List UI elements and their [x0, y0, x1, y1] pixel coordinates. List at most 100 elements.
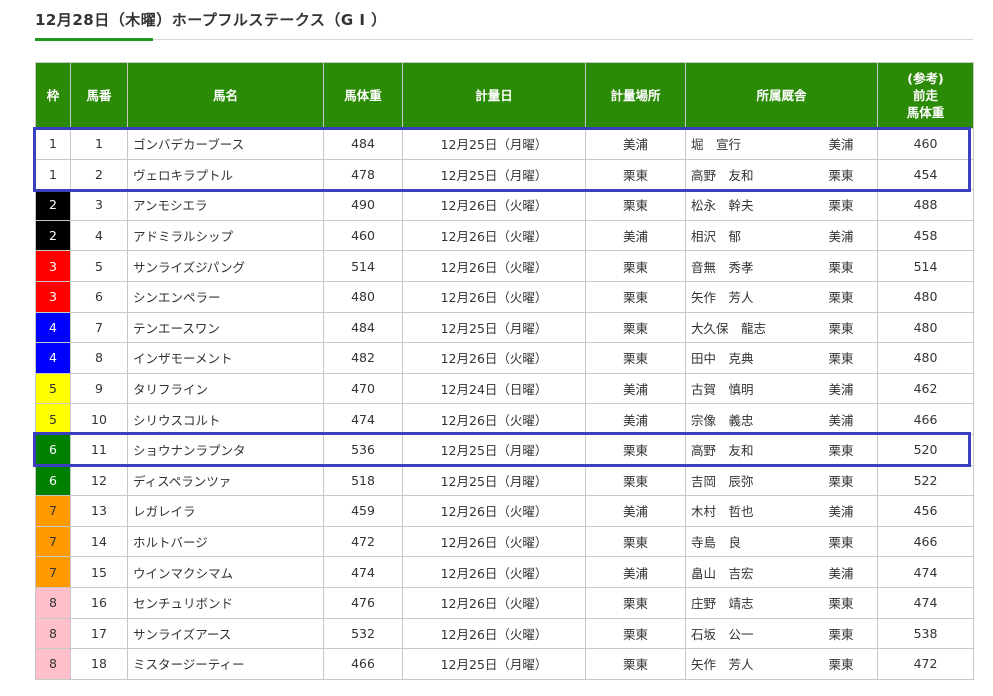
stable-location: 栗東: [828, 626, 854, 642]
trainer-name: 庄野 靖志: [691, 596, 754, 612]
trainer-cell: 相沢 郁 美浦: [685, 219, 878, 252]
frame-cell: 8: [35, 648, 71, 680]
weigh-date-cell: 12月26日（火曜）: [402, 525, 586, 558]
col-header-date: 計量日: [402, 62, 586, 129]
horse-number-cell: 14: [70, 525, 128, 558]
weigh-place-cell: 栗東: [585, 250, 686, 282]
stable-location: 栗東: [828, 657, 854, 673]
horse-number-cell: 6: [70, 280, 128, 313]
stable-location: 美浦: [828, 382, 854, 398]
col-header-trainer: 所属厩舎: [685, 62, 878, 129]
previous-weight-cell: 514: [877, 250, 974, 282]
previous-weight-cell: 466: [877, 403, 974, 435]
frame-cell: 1: [35, 128, 71, 160]
horse-number-cell: 17: [70, 617, 128, 650]
previous-weight-cell: 454: [877, 158, 974, 191]
frame-cell: 8: [35, 617, 71, 650]
previous-weight-cell: 522: [877, 464, 974, 497]
trainer-name: 木村 哲也: [691, 504, 754, 520]
trainer-name: 高野 友和: [691, 167, 754, 183]
table-body: 1 1 ゴンバデカーブース 484 12月25日（月曜） 美浦堀 宣行 美浦 460 1 2 ヴェロ…: [35, 128, 974, 680]
stable-location: 美浦: [828, 412, 854, 428]
title-divider: [35, 39, 973, 40]
table-row: 8 16 センチュリボンド 476 12月26日（火曜） 栗東 庄野 靖志 栗東 474: [35, 586, 974, 619]
weigh-date-cell: 12月26日（火曜）: [402, 219, 586, 252]
trainer-name: 堀 宣行: [691, 137, 742, 153]
horse-name-cell: サンライズジパング: [127, 250, 324, 282]
trainer-name: 音無 秀孝: [691, 259, 754, 275]
stable-location: 美浦: [828, 504, 854, 520]
weigh-place-cell: 栗東: [585, 464, 686, 497]
frame-cell: 2: [35, 219, 71, 252]
horse-number-cell: 9: [70, 372, 128, 405]
page-title: 12月28日（木曜）ホープフルステークス（G I ）: [35, 11, 387, 29]
trainer-cell: 吉岡 辰弥 栗東: [685, 464, 878, 497]
horse-name-cell: ゴンバデカーブース: [127, 128, 324, 160]
weigh-place-cell: 栗東: [585, 617, 686, 650]
trainer-name: 石坂 公一: [691, 626, 754, 642]
horse-name-cell: シリウスコルト: [127, 403, 324, 435]
frame-cell: 5: [35, 403, 71, 435]
horse-weight-cell: 466: [323, 648, 403, 680]
weigh-place-cell: 栗東: [585, 280, 686, 313]
horse-weight-cell: 480: [323, 280, 403, 313]
trainer-cell: 矢作 芳人 栗東: [685, 280, 878, 313]
previous-weight-cell: 488: [877, 189, 974, 221]
weigh-date-cell: 12月26日（火曜）: [402, 189, 586, 221]
horse-weight-cell: 460: [323, 219, 403, 252]
stable-location: 美浦: [828, 565, 854, 581]
table-row: 1 1 ゴンバデカーブース 484 12月25日（月曜） 美浦堀 宣行 美浦 460: [35, 128, 974, 160]
horse-name-cell: シンエンペラー: [127, 280, 324, 313]
trainer-cell: 大久保 龍志 栗東: [685, 311, 878, 344]
table-row: 8 17 サンライズアース 532 12月26日（火曜） 栗東 石坂 公一 栗東 538: [35, 617, 974, 650]
stable-location: 美浦: [828, 229, 854, 245]
stable-location: 栗東: [828, 167, 854, 183]
table-row: 5 10 シリウスコルト 474 12月26日（火曜） 美浦 宗像 義忠 美浦 466: [35, 403, 974, 435]
horse-weight-cell: 482: [323, 342, 403, 374]
horse-weight-cell: 459: [323, 495, 403, 527]
horse-weight-cell: 474: [323, 556, 403, 588]
horse-weight-cell: 536: [323, 433, 403, 466]
previous-weight-cell: 472: [877, 648, 974, 680]
stable-location: 栗東: [828, 535, 854, 551]
trainer-name: 田中 克典: [691, 351, 754, 367]
horse-number-cell: 3: [70, 189, 128, 221]
trainer-cell: 音無 秀孝 栗東: [685, 250, 878, 282]
weigh-place-cell: 栗東: [585, 586, 686, 619]
horse-number-cell: 18: [70, 648, 128, 680]
table-row: 4 7 テンエースワン 484 12月25日（月曜） 栗東 大久保 龍志 栗東 480: [35, 311, 974, 344]
horse-number-cell: 2: [70, 158, 128, 191]
previous-weight-cell: 480: [877, 342, 974, 374]
weigh-place-cell: 美浦: [585, 403, 686, 435]
trainer-cell: 古賀 慎明 美浦: [685, 372, 878, 405]
stable-location: 美浦: [828, 137, 854, 153]
horse-weight-cell: 474: [323, 403, 403, 435]
table-row: 7 15 ウインマクシマム 474 12月26日（火曜） 美浦 畠山 吉宏 美浦 474: [35, 556, 974, 588]
horse-name-cell: ヴェロキラプトル: [127, 158, 324, 191]
horse-weight-cell: 490: [323, 189, 403, 221]
weigh-date-cell: 12月26日（火曜）: [402, 556, 586, 588]
prev-weight-line3: 馬体重: [906, 105, 945, 120]
stable-location: 栗東: [828, 473, 854, 489]
weigh-date-cell: 12月25日（月曜）: [402, 158, 586, 191]
horse-weight-cell: 476: [323, 586, 403, 619]
weigh-place-cell: 栗東: [585, 158, 686, 191]
stable-location: 栗東: [828, 320, 854, 336]
horse-weight-cell: 532: [323, 617, 403, 650]
horse-name-cell: ミスタージーティー: [127, 648, 324, 680]
table-row: 2 3 アンモシエラ 490 12月26日（火曜） 栗東 松永 幹夫 栗東 488: [35, 189, 974, 221]
table-row: 7 13 レガレイラ 459 12月26日（火曜） 美浦 木村 哲也 美浦 456: [35, 495, 974, 527]
col-header-name: 馬名: [127, 62, 324, 129]
col-header-weight: 馬体重: [323, 62, 403, 129]
frame-cell: 2: [35, 189, 71, 221]
trainer-cell: 田中 克典 栗東: [685, 342, 878, 374]
prev-weight-note: (参考): [907, 71, 944, 86]
horse-weight-table: 枠 馬番 馬名 馬体重 計量日 計量場所 所属厩舎 (参考) 前走 馬体重 11…: [35, 62, 974, 680]
horse-number-cell: 1: [70, 128, 128, 160]
trainer-cell: 矢作 芳人 栗東: [685, 648, 878, 680]
horse-number-cell: 11: [70, 433, 128, 466]
table-row: 5 9 タリフライン 470 12月24日（日曜） 美浦 古賀 慎明 美浦 462: [35, 372, 974, 405]
horse-number-cell: 15: [70, 556, 128, 588]
frame-cell: 3: [35, 250, 71, 282]
previous-weight-cell: 458: [877, 219, 974, 252]
